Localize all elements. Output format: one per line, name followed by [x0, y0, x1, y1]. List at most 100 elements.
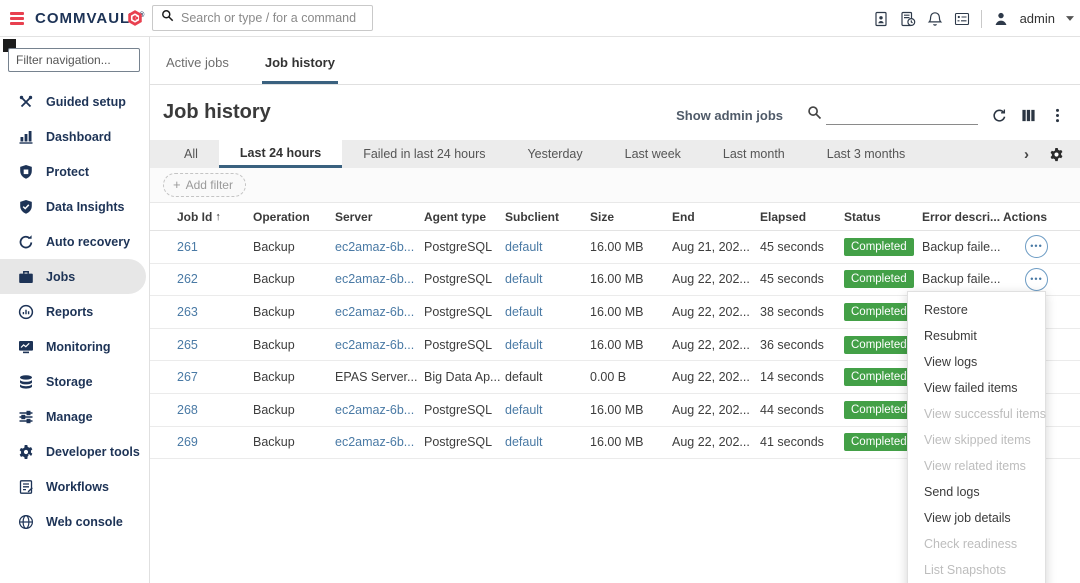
menu-item-send-logs[interactable]: Send logs: [908, 479, 1045, 505]
add-filter-button[interactable]: + Add filter: [163, 173, 246, 197]
subclient-link[interactable]: default: [505, 338, 590, 352]
menu-item-check-readiness[interactable]: Check readiness: [908, 531, 1045, 557]
auto-recovery-icon: [18, 234, 34, 250]
subclient-link[interactable]: default: [505, 370, 590, 384]
developer-tools-icon: [18, 444, 34, 460]
sidebar-item-storage[interactable]: Storage: [0, 364, 150, 399]
gear-icon[interactable]: [1049, 147, 1064, 162]
user-name[interactable]: admin: [1020, 11, 1055, 26]
column-header-end[interactable]: End ↑: [672, 210, 760, 224]
refresh-icon[interactable]: [992, 108, 1007, 123]
show-admin-jobs-link[interactable]: Show admin jobs: [676, 108, 783, 123]
job-id-link[interactable]: 261: [177, 240, 253, 254]
user-report-icon[interactable]: [873, 11, 889, 27]
manage-icon: [18, 409, 34, 425]
menu-item-view-related-items[interactable]: View related items: [908, 453, 1045, 479]
time-filter-last-24-hours[interactable]: Last 24 hours: [219, 140, 342, 168]
menu-item-view-logs[interactable]: View logs: [908, 349, 1045, 375]
menu-item-view-failed-items[interactable]: View failed items: [908, 375, 1045, 401]
sidebar-item-workflows[interactable]: Workflows: [0, 469, 150, 504]
server-link[interactable]: EPAS Server...: [335, 370, 424, 384]
row-actions-button[interactable]: [1025, 235, 1048, 258]
column-header-subclient[interactable]: Subclient ↑: [505, 210, 590, 224]
sidebar-item-monitoring[interactable]: Monitoring: [0, 329, 150, 364]
sidebar-item-guided-setup[interactable]: Guided setup: [0, 84, 150, 119]
table-search-input[interactable]: [826, 105, 978, 125]
column-header-label: Size: [590, 210, 614, 224]
table-search-icon[interactable]: [807, 105, 822, 125]
hamburger-menu-icon[interactable]: [10, 12, 24, 27]
size-cell: 16.00 MB: [590, 305, 672, 319]
apps-grid-icon[interactable]: [954, 11, 970, 27]
server-link[interactable]: ec2amaz-6b...: [335, 240, 424, 254]
global-search[interactable]: [152, 5, 373, 31]
column-header-size[interactable]: Size ↑: [590, 210, 672, 224]
sidebar-item-developer-tools[interactable]: Developer tools: [0, 434, 150, 469]
notifications-bell-icon[interactable]: [927, 11, 943, 27]
time-filter-last-month[interactable]: Last month: [702, 140, 806, 168]
job-id-link[interactable]: 267: [177, 370, 253, 384]
column-header-job-id[interactable]: Job Id ↑: [177, 210, 253, 224]
row-actions-button[interactable]: [1025, 268, 1048, 291]
job-id-link[interactable]: 269: [177, 435, 253, 449]
menu-item-list-snapshots[interactable]: List Snapshots: [908, 557, 1045, 583]
sidebar-item-label: Workflows: [46, 480, 109, 494]
sidebar-item-reports[interactable]: Reports: [0, 294, 150, 329]
subclient-link[interactable]: default: [505, 435, 590, 449]
job-summary-icon[interactable]: [900, 11, 916, 27]
agent-type-cell: PostgreSQL: [424, 403, 505, 417]
column-header-server[interactable]: Server ↑: [335, 210, 424, 224]
job-id-link[interactable]: 265: [177, 338, 253, 352]
subclient-link[interactable]: default: [505, 403, 590, 417]
subclient-link[interactable]: default: [505, 240, 590, 254]
time-filter-last-3-months[interactable]: Last 3 months: [806, 140, 927, 168]
sidebar-item-protect[interactable]: Protect: [0, 154, 150, 189]
operation-cell: Backup: [253, 435, 335, 449]
caret-down-icon[interactable]: [1066, 16, 1074, 21]
column-header-agent-type[interactable]: Agent type ↑: [424, 210, 505, 224]
time-filter-tabs: All Last 24 hours Failed in last 24 hour…: [163, 140, 926, 168]
web-console-icon: [18, 514, 34, 530]
filter-navigation-input[interactable]: [8, 48, 140, 72]
global-search-input[interactable]: [181, 11, 364, 25]
server-link[interactable]: ec2amaz-6b...: [335, 435, 424, 449]
time-filter-last-week[interactable]: Last week: [604, 140, 702, 168]
sidebar-item-data-insights[interactable]: Data Insights: [0, 189, 150, 224]
server-link[interactable]: ec2amaz-6b...: [335, 272, 424, 286]
error-description-cell: Backup faile...: [922, 272, 1003, 286]
tab-active-jobs[interactable]: Active jobs: [163, 55, 232, 84]
sidebar-item-web-console[interactable]: Web console: [0, 504, 150, 539]
column-header-operation[interactable]: Operation ↑: [253, 210, 335, 224]
sort-ascending-icon[interactable]: ↑: [215, 211, 221, 223]
time-filter-failed-in-last-24-hours[interactable]: Failed in last 24 hours: [342, 140, 506, 168]
sidebar-item-auto-recovery[interactable]: Auto recovery: [0, 224, 150, 259]
menu-item-view-skipped-items[interactable]: View skipped items: [908, 427, 1045, 453]
column-settings-icon[interactable]: [1021, 108, 1036, 123]
column-header-error-descri[interactable]: Error descri... ↑: [922, 210, 1003, 224]
job-id-link[interactable]: 268: [177, 403, 253, 417]
column-header-actions[interactable]: Actions ↑: [1003, 210, 1080, 224]
time-filter-all[interactable]: All: [163, 140, 219, 168]
chevron-right-icon[interactable]: ›: [1024, 147, 1029, 162]
menu-item-view-successful-items[interactable]: View successful items: [908, 401, 1045, 427]
topbar-divider: [981, 10, 982, 28]
server-link[interactable]: ec2amaz-6b...: [335, 403, 424, 417]
column-header-label: Subclient: [505, 210, 559, 224]
sidebar-item-jobs[interactable]: Jobs: [0, 259, 146, 294]
tab-job-history[interactable]: Job history: [262, 55, 338, 84]
job-id-link[interactable]: 262: [177, 272, 253, 286]
column-header-elapsed[interactable]: Elapsed ↑: [760, 210, 844, 224]
time-filter-yesterday[interactable]: Yesterday: [506, 140, 603, 168]
subclient-link[interactable]: default: [505, 305, 590, 319]
server-link[interactable]: ec2amaz-6b...: [335, 338, 424, 352]
sidebar-item-dashboard[interactable]: Dashboard: [0, 119, 150, 154]
more-options-kebab-icon[interactable]: [1050, 108, 1065, 123]
column-header-status[interactable]: Status ↑: [844, 210, 922, 224]
menu-item-resubmit[interactable]: Resubmit: [908, 323, 1045, 349]
menu-item-restore[interactable]: Restore: [908, 297, 1045, 323]
job-id-link[interactable]: 263: [177, 305, 253, 319]
sidebar-item-manage[interactable]: Manage: [0, 399, 150, 434]
menu-item-view-job-details[interactable]: View job details: [908, 505, 1045, 531]
subclient-link[interactable]: default: [505, 272, 590, 286]
server-link[interactable]: ec2amaz-6b...: [335, 305, 424, 319]
